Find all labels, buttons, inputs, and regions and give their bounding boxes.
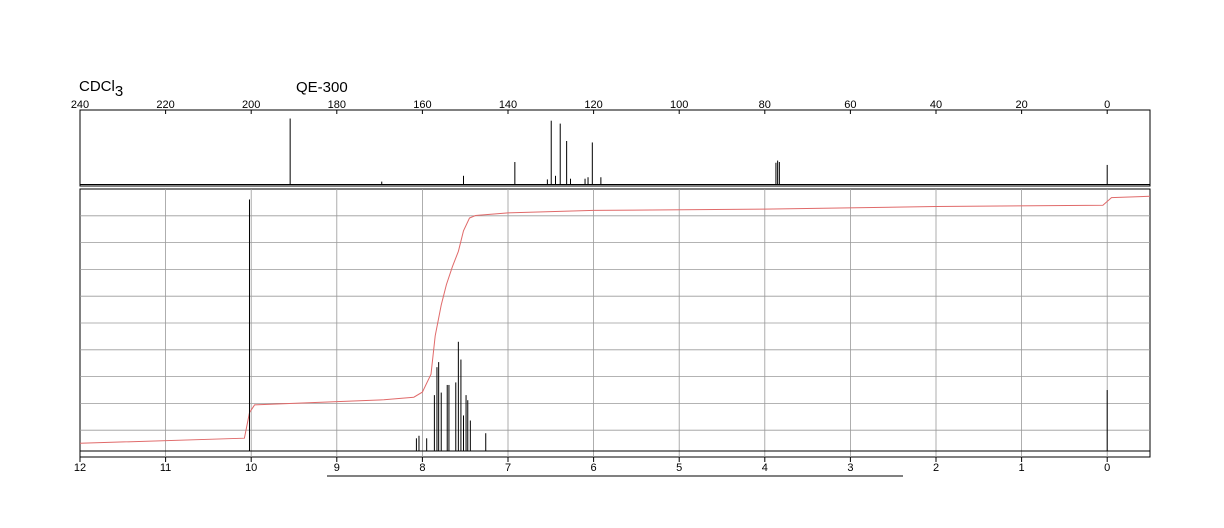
c13-tick-label: 40 [930, 99, 942, 111]
c13-plot-frame [79, 109, 1151, 187]
h1-tick-label: 1 [1019, 462, 1025, 474]
c13-tick-label: 120 [584, 99, 602, 111]
c13-tick-label: 180 [328, 99, 346, 111]
c13-tick-label: 80 [759, 99, 771, 111]
h1-spectrum-panel: 12 11 10 9 8 7 6 5 4 3 2 1 0 [74, 188, 1151, 474]
h1-tick-label: 6 [591, 462, 597, 474]
h1-tick-label: 4 [762, 462, 768, 474]
h1-integral-curve [79, 195, 1151, 444]
h1-tick-label: 11 [160, 462, 171, 474]
c13-tick-label: 140 [499, 99, 517, 111]
c13-tick-label: 160 [413, 99, 431, 111]
h1-tick-label: 0 [1104, 462, 1110, 474]
h1-tick-label: 8 [419, 462, 425, 474]
h1-tick-label: 3 [847, 462, 853, 474]
h1-tick-label: 7 [505, 462, 511, 474]
h1-tick-label: 9 [334, 462, 340, 474]
h1-tick-label: 5 [676, 462, 682, 474]
c13-spectrum-panel: 240 220 200 180 160 140 120 100 80 60 40 20 0 [71, 99, 1151, 187]
nmr-spectrum-figure: 240 220 200 180 160 140 120 100 80 60 40 20 0 12 11 10… [71, 99, 1151, 477]
c13-tick-label: 0 [1104, 99, 1110, 111]
h1-tick-label: 10 [245, 462, 257, 474]
c13-tick-label: 60 [844, 99, 856, 111]
c13-tick-label: 20 [1015, 99, 1027, 111]
h1-tick-label: 2 [933, 462, 939, 474]
c13-tick-label: 200 [242, 99, 260, 111]
h1-tick-label: 12 [74, 462, 86, 474]
c13-tick-label: 220 [156, 99, 174, 111]
c13-tick-label: 100 [670, 99, 688, 111]
c13-tick-label: 240 [71, 99, 89, 111]
